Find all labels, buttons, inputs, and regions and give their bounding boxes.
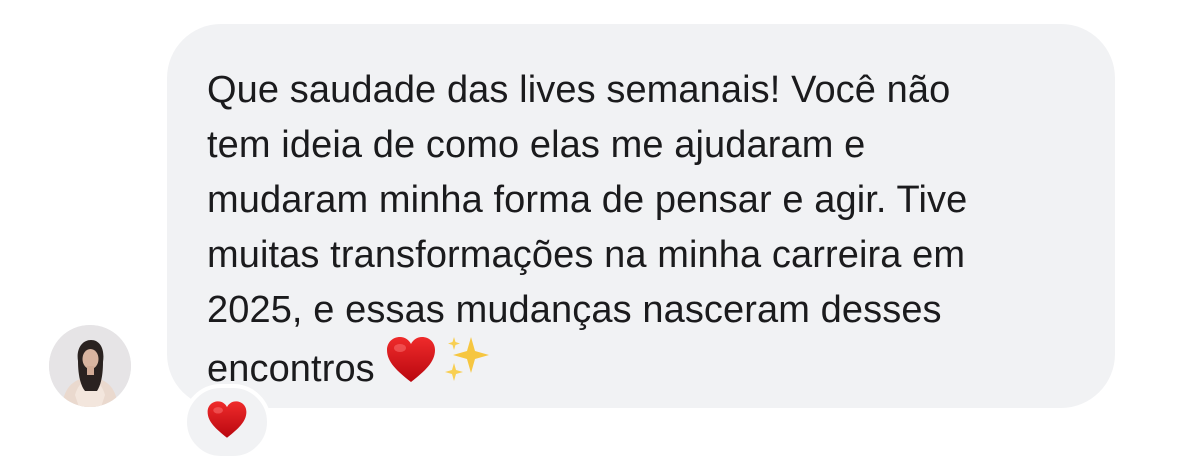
red-heart-icon xyxy=(206,400,248,445)
message-body: Que saudade das lives semanais! Você não… xyxy=(207,69,968,391)
heart-reaction-badge[interactable] xyxy=(183,384,271,460)
avatar-photo xyxy=(49,325,131,407)
red-heart-icon xyxy=(385,336,437,400)
sender-avatar[interactable] xyxy=(49,325,131,407)
message-bubble[interactable]: Que saudade das lives semanais! Você não… xyxy=(167,24,1115,408)
message-text: Que saudade das lives semanais! Você não… xyxy=(207,63,1075,404)
sparkles-icon xyxy=(443,335,493,401)
